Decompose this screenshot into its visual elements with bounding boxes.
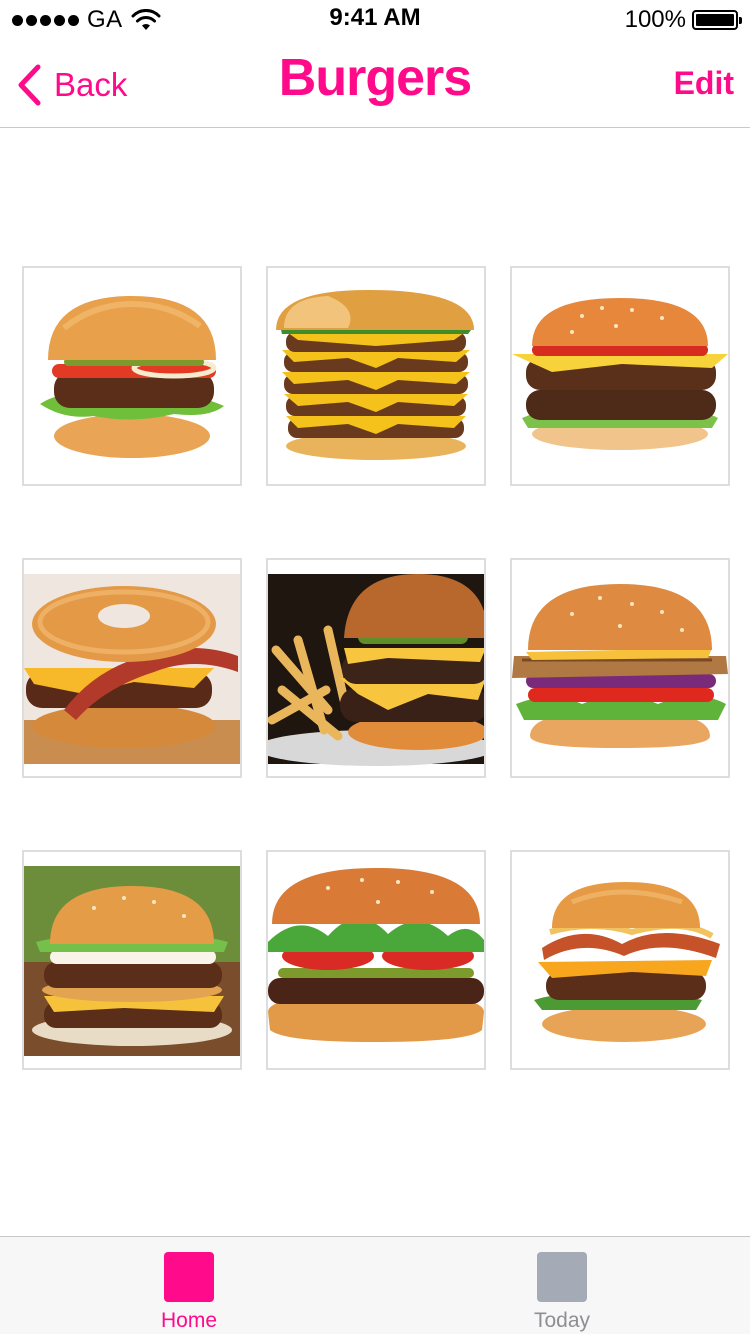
status-bar: GA 9:41 AM 100%	[0, 0, 750, 40]
page-title: Burgers	[278, 49, 472, 107]
burger-photo-1[interactable]	[22, 266, 242, 486]
burger-photo-9[interactable]	[510, 850, 730, 1070]
today-icon	[537, 1252, 587, 1302]
tab-today-label: Today	[533, 1309, 591, 1332]
burger-image	[512, 298, 728, 450]
burger-image	[512, 584, 728, 748]
burger-image	[40, 296, 224, 458]
battery-icon	[692, 10, 742, 30]
navigation-bar: Back Burgers Edit	[0, 40, 750, 128]
burger-photo-2[interactable]	[266, 266, 486, 486]
tab-today[interactable]: Today	[462, 1237, 662, 1334]
home-icon	[164, 1252, 214, 1302]
burger-image	[268, 574, 484, 766]
battery-percentage: 100%	[624, 6, 686, 33]
burger-image	[24, 574, 240, 764]
battery-level	[696, 14, 734, 26]
burger-photo-8[interactable]	[266, 850, 486, 1070]
status-right: 100%	[624, 6, 742, 34]
tab-bar: Home Today	[0, 1236, 750, 1334]
edit-button[interactable]: Edit	[674, 65, 734, 102]
burger-photo-7[interactable]	[22, 850, 242, 1070]
burger-image	[534, 882, 720, 1042]
burger-photo-3[interactable]	[510, 266, 730, 486]
burger-photo-4[interactable]	[22, 558, 242, 778]
burger-image	[276, 290, 474, 460]
burger-photo-6[interactable]	[510, 558, 730, 778]
tab-home[interactable]: Home	[89, 1237, 289, 1334]
burger-photo-5[interactable]	[266, 558, 486, 778]
burger-image	[24, 866, 240, 1056]
burger-image	[268, 868, 484, 1042]
tab-home-label: Home	[160, 1309, 218, 1332]
